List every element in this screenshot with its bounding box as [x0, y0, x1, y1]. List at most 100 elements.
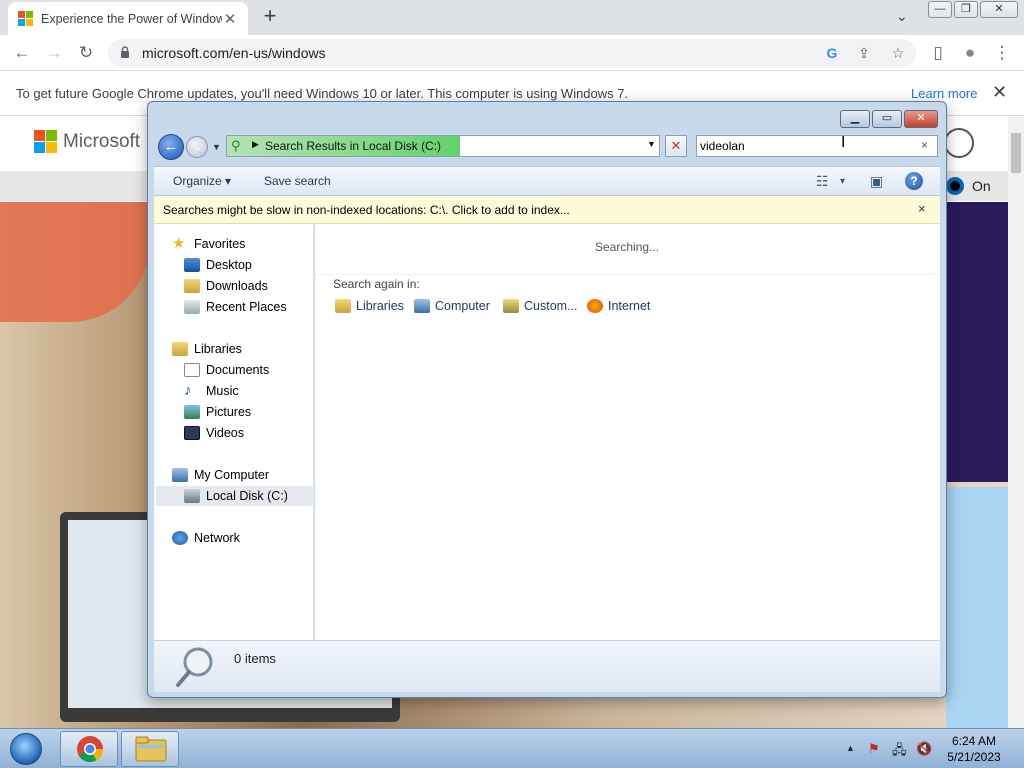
custom-folder-icon: [503, 299, 519, 313]
search-again-label-text: Computer: [435, 299, 490, 313]
index-info-close-icon[interactable]: ×: [918, 201, 926, 216]
help-icon[interactable]: ?: [905, 172, 923, 190]
desktop-icon: [184, 258, 200, 272]
search-again-internet[interactable]: Internet: [587, 299, 650, 313]
close-window-button[interactable]: ✕: [980, 1, 1018, 18]
taskbar-explorer[interactable]: [121, 731, 179, 767]
index-info-bar[interactable]: Searches might be slow in non-indexed lo…: [154, 196, 940, 224]
infobar-close-icon[interactable]: ✕: [992, 82, 1007, 103]
scrollbar-thumb[interactable]: [1011, 133, 1021, 173]
new-tab-button[interactable]: +: [258, 4, 282, 28]
browser-tab-strip: Experience the Power of Window ✕ + ⌄ — ❐…: [0, 0, 1024, 35]
taskbar-chrome[interactable]: [60, 731, 118, 767]
nav-item-my-computer[interactable]: My Computer: [172, 465, 330, 485]
taskbar: ▲ ⚑ 🖧 🔇 6:24 AM 5/21/2023: [0, 728, 1024, 768]
explorer-maximize-button[interactable]: ▭: [872, 110, 902, 128]
explorer-forward-button[interactable]: →: [186, 136, 208, 158]
nav-label: Videos: [206, 426, 244, 440]
volume-muted-icon[interactable]: 🔇: [916, 741, 932, 757]
explorer-titlebar[interactable]: ▁ ▭ ✕: [148, 102, 946, 128]
explorer-search-box[interactable]: ×: [696, 135, 938, 157]
clock[interactable]: 6:24 AM 5/21/2023: [944, 733, 1004, 765]
browser-toolbar: ← → ↻ microsoft.com/en-us/windows G ⇪ ☆ …: [0, 35, 1024, 71]
save-search-button[interactable]: Save search: [264, 174, 331, 188]
breadcrumb-arrow-icon[interactable]: ▶: [252, 139, 259, 150]
downloads-folder-icon: [184, 279, 200, 293]
reload-button[interactable]: ↻: [74, 41, 98, 65]
explorer-address-bar[interactable]: ⚲ ▶ Search Results in Local Disk (C:) ▼: [226, 135, 660, 157]
search-input[interactable]: [700, 137, 910, 155]
forward-button[interactable]: →: [42, 41, 66, 65]
tab-close-icon[interactable]: ✕: [222, 10, 238, 28]
search-results-icon: ⚲: [231, 138, 241, 153]
nav-item-favorites[interactable]: ★ Favorites: [172, 234, 330, 254]
lock-icon: [121, 46, 129, 58]
explorer-back-button[interactable]: ←: [158, 134, 184, 160]
recent-pages-dropdown-icon[interactable]: ▼: [212, 142, 221, 152]
start-button[interactable]: [4, 731, 48, 767]
browser-menu-icon[interactable]: ⋮: [990, 41, 1014, 65]
action-center-flag-icon[interactable]: ⚑: [868, 741, 880, 757]
search-again-computer[interactable]: Computer: [414, 299, 490, 313]
explorer-window: ▁ ▭ ✕ ← → ▼ ⚲ ▶ Search Results in Local …: [147, 101, 947, 698]
explorer-close-button[interactable]: ✕: [904, 110, 938, 128]
search-again-label: Search again in:: [333, 277, 420, 291]
hero-purple-panel: [946, 202, 1008, 482]
toggle-switch[interactable]: On: [946, 177, 991, 195]
search-again-libraries[interactable]: Libraries: [335, 299, 404, 313]
google-lens-icon[interactable]: G: [822, 43, 842, 63]
nav-label: Desktop: [206, 258, 252, 272]
back-button[interactable]: ←: [10, 41, 34, 65]
account-avatar-icon[interactable]: [944, 128, 974, 158]
profile-icon[interactable]: ●: [958, 41, 982, 65]
searching-status: Searching...: [595, 240, 660, 254]
pictures-icon: [184, 405, 200, 419]
microsoft-logo[interactable]: Microsoft: [34, 130, 140, 153]
side-panel-icon[interactable]: ▯: [926, 41, 950, 65]
nav-item-libraries[interactable]: Libraries: [172, 339, 330, 359]
microsoft-logo-icon: [34, 130, 57, 153]
clear-search-icon[interactable]: ×: [921, 138, 928, 152]
tab-title: Experience the Power of Window: [41, 11, 222, 26]
hard-drive-icon: [184, 489, 200, 503]
restore-button[interactable]: ❐: [954, 1, 978, 18]
address-bar[interactable]: microsoft.com/en-us/windows G ⇪ ☆: [108, 39, 916, 67]
address-dropdown-icon[interactable]: ▼: [647, 139, 656, 149]
change-view-icon[interactable]: ☷: [816, 173, 829, 190]
forward-arrow-icon: →: [191, 140, 203, 154]
nav-label: Recent Places: [206, 300, 287, 314]
network-tray-icon[interactable]: 🖧: [892, 741, 907, 763]
organize-button[interactable]: Organize ▾: [173, 174, 231, 188]
explorer-minimize-button[interactable]: ▁: [840, 110, 870, 128]
libraries-icon: [335, 299, 351, 313]
brand-name: Microsoft: [63, 130, 141, 152]
tab-search-chevron-icon[interactable]: ⌄: [896, 8, 908, 25]
preview-pane-icon[interactable]: ▣: [870, 173, 883, 190]
view-options-dropdown-icon[interactable]: ▾: [840, 176, 845, 187]
bookmark-star-icon[interactable]: ☆: [888, 43, 908, 63]
page-scrollbar[interactable]: [1008, 117, 1024, 728]
search-again-custom[interactable]: Custom...: [503, 299, 578, 313]
nav-label: Local Disk (C:): [206, 489, 288, 503]
share-icon[interactable]: ⇪: [854, 43, 874, 63]
windows-start-orb-icon: [10, 733, 42, 765]
show-hidden-icons-icon[interactable]: ▲: [846, 743, 855, 753]
items-count: 0 items: [234, 651, 276, 666]
stop-search-button[interactable]: ✕: [665, 135, 687, 157]
search-again-label-text: Custom...: [524, 299, 578, 313]
divider: [315, 274, 940, 275]
chrome-icon: [77, 736, 104, 763]
search-again-label-text: Internet: [608, 299, 651, 313]
nav-item-local-disk[interactable]: Local Disk (C:): [156, 486, 314, 506]
infobar-message: To get future Google Chrome updates, you…: [16, 86, 629, 101]
clock-date: 5/21/2023: [947, 750, 1001, 764]
nav-item-network[interactable]: Network: [172, 528, 330, 548]
learn-more-link[interactable]: Learn more: [911, 86, 977, 101]
minimize-button[interactable]: —: [928, 1, 952, 18]
url-text: microsoft.com/en-us/windows: [142, 45, 326, 61]
explorer-navbar: ← → ▼ ⚲ ▶ Search Results in Local Disk (…: [154, 130, 940, 164]
documents-icon: [184, 363, 200, 377]
browser-tab[interactable]: Experience the Power of Window ✕: [8, 2, 248, 35]
nav-label: Documents: [206, 363, 270, 377]
windows-logo-icon: [18, 11, 33, 26]
